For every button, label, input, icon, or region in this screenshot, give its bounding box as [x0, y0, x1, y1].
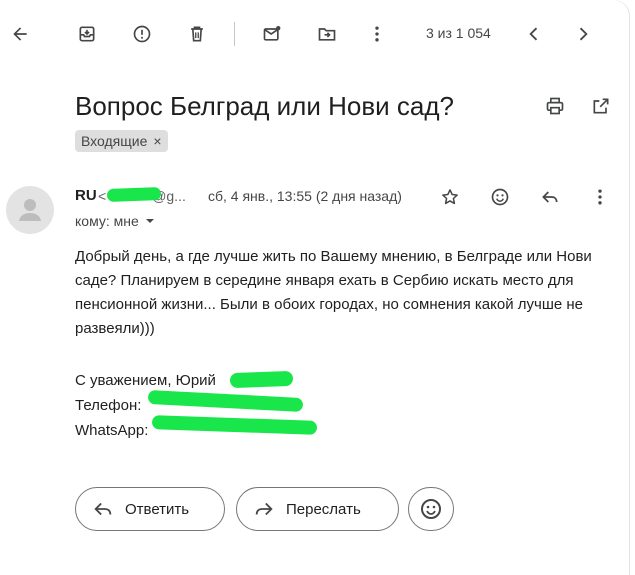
archive-icon: [79, 26, 95, 42]
report-spam-icon: [133, 25, 151, 43]
add-reaction-button[interactable]: [480, 177, 520, 217]
message-toolbar: 3 из 1 054: [0, 0, 629, 68]
recipients-toggle[interactable]: кому: мне: [75, 213, 155, 229]
chevron-right-icon: [579, 27, 588, 41]
reply-icon-button[interactable]: [530, 177, 570, 217]
message-body: Добрый день, а где лучше жить по Вашему …: [75, 245, 595, 341]
star-button[interactable]: [430, 177, 470, 217]
email-subject: Вопрос Белград или Нови сад?: [75, 91, 454, 121]
more-options-button[interactable]: [357, 14, 397, 54]
forward-label: Переслать: [286, 500, 361, 518]
trash-icon: [191, 26, 203, 42]
delete-button[interactable]: [177, 14, 217, 54]
reply-icon: [94, 502, 112, 516]
print-icon: [546, 97, 564, 115]
forward-button[interactable]: Переслать: [236, 487, 399, 531]
newer-button[interactable]: [514, 14, 554, 54]
report-spam-button[interactable]: [122, 14, 162, 54]
message-date: сб, 4 янв., 13:55 (2 дня назад): [208, 188, 402, 204]
sender-email-start: <: [98, 188, 107, 204]
emoji-icon: [491, 188, 509, 206]
open-in-new-icon: [593, 98, 609, 114]
mail-unread-icon: [263, 26, 281, 41]
sender-name[interactable]: RU: [75, 187, 97, 204]
caret-down-icon: [145, 219, 154, 223]
person-icon: [19, 199, 41, 221]
older-button[interactable]: [563, 14, 603, 54]
email-view: 3 из 1 054 Вопрос Белград или Нови сад? …: [0, 0, 629, 575]
reply-icon: [542, 191, 558, 203]
surname-redaction: [229, 370, 294, 389]
reply-button[interactable]: Ответить: [75, 487, 225, 531]
pager-count: 3 из 1 054: [426, 25, 491, 41]
more-vert-icon: [375, 26, 379, 42]
label-text: Входящие: [81, 133, 148, 149]
forward-icon: [255, 502, 273, 516]
open-new-window-button[interactable]: [581, 86, 621, 126]
more-vert-icon: [598, 189, 602, 205]
remove-label-icon[interactable]: ×: [153, 133, 161, 149]
move-to-button[interactable]: [307, 14, 347, 54]
emoji-icon: [421, 499, 441, 519]
arrow-left-icon: [13, 27, 27, 41]
emoji-react-button[interactable]: [408, 487, 454, 531]
chevron-left-icon: [529, 27, 538, 41]
reply-label: Ответить: [125, 500, 190, 518]
print-button[interactable]: [535, 86, 575, 126]
body-paragraph: Добрый день, а где лучше жить по Вашему …: [75, 248, 592, 337]
message-more-button[interactable]: [580, 177, 620, 217]
move-to-folder-icon: [318, 28, 336, 41]
mark-unread-button[interactable]: [252, 14, 292, 54]
email-redaction: [106, 187, 162, 202]
toolbar-divider: [234, 22, 235, 46]
avatar[interactable]: [6, 186, 54, 234]
signature-line-1: С уважением, Юрий: [75, 372, 216, 389]
archive-button[interactable]: [67, 14, 107, 54]
back-button[interactable]: [0, 14, 40, 54]
recipients-text: кому: мне: [75, 213, 139, 229]
star-icon: [442, 189, 458, 205]
inbox-label-chip[interactable]: Входящие ×: [75, 130, 168, 152]
